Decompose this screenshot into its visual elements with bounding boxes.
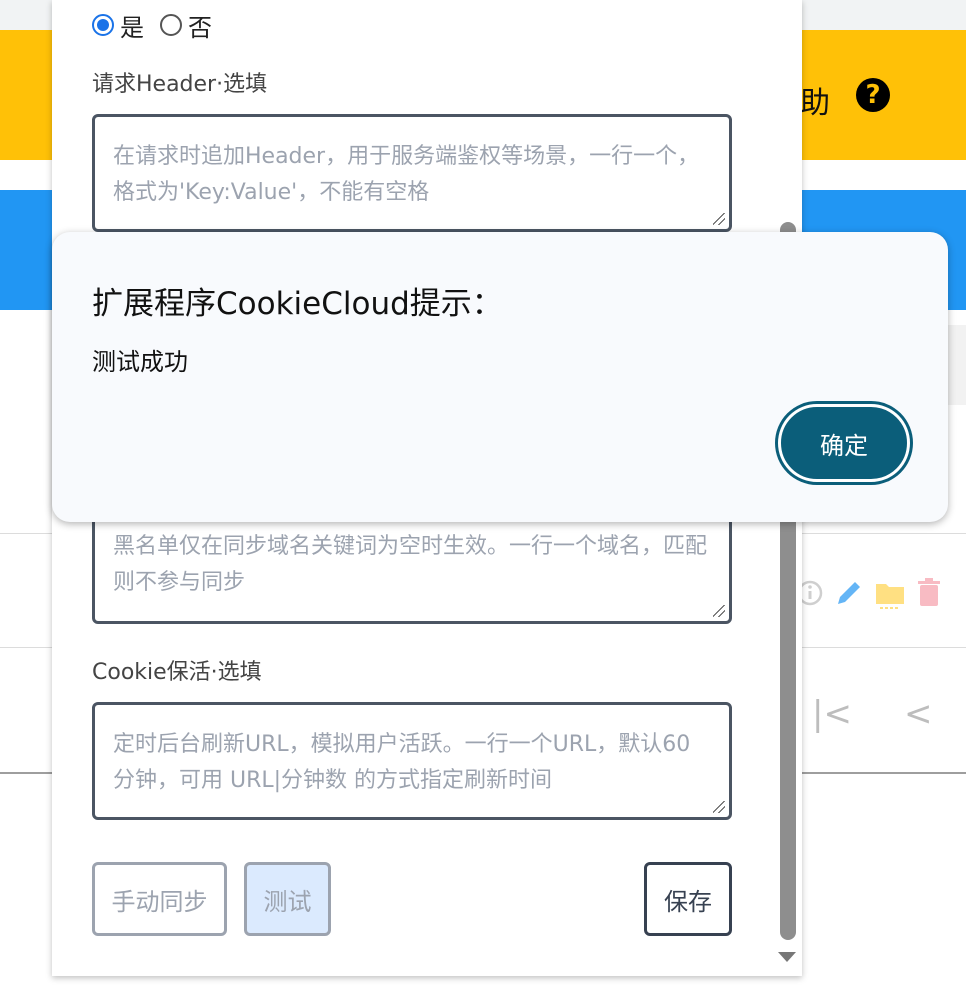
blacklist-placeholder: 黑名单仅在同步域名关键词为空时生效。一行一个域名，匹配则不参与同步 xyxy=(113,534,708,595)
pager-first-button[interactable]: |< xyxy=(812,694,852,734)
manual-sync-button[interactable]: 手动同步 xyxy=(92,862,227,936)
header-placeholder: 在请求时追加Header，用于服务端鉴权等场景，一行一个，格式为'Key:Val… xyxy=(113,144,700,205)
pager-prev-button[interactable]: < xyxy=(904,694,933,734)
folder-icon[interactable] xyxy=(874,576,906,610)
blacklist-textarea[interactable]: 黑名单仅在同步域名关键词为空时生效。一行一个域名，匹配则不参与同步 xyxy=(92,508,732,624)
resize-handle[interactable] xyxy=(713,213,725,225)
keepalive-field-label: Cookie保活·选填 xyxy=(92,660,262,685)
trash-icon[interactable] xyxy=(916,576,942,610)
dialog-message: 测试成功 xyxy=(92,348,188,376)
resize-handle[interactable] xyxy=(713,605,725,617)
keepalive-textarea[interactable]: 定时后台刷新URL，模拟用户活跃。一行一个URL，默认60分钟，可用 URL|分… xyxy=(92,702,732,820)
pencil-icon[interactable] xyxy=(834,576,864,610)
test-button[interactable]: 测试 xyxy=(244,862,331,936)
save-button[interactable]: 保存 xyxy=(644,862,732,936)
keepalive-placeholder: 定时后台刷新URL，模拟用户活跃。一行一个URL，默认60分钟，可用 URL|分… xyxy=(113,732,691,793)
alert-dialog: 扩展程序CookieCloud提示： 测试成功 确定 xyxy=(52,232,948,522)
radio-yes[interactable] xyxy=(92,14,114,36)
enable-radio-group: 是 否 xyxy=(92,8,228,43)
ok-button[interactable]: 确定 xyxy=(778,404,910,482)
dialog-title: 扩展程序CookieCloud提示： xyxy=(92,286,503,322)
scroll-down-arrow-icon[interactable] xyxy=(778,952,796,962)
resize-handle[interactable] xyxy=(713,801,725,813)
radio-no[interactable] xyxy=(160,14,182,36)
header-textarea[interactable]: 在请求时追加Header，用于服务端鉴权等场景，一行一个，格式为'Key:Val… xyxy=(92,114,732,232)
header-field-label: 请求Header·选填 xyxy=(92,72,268,97)
radio-no-label[interactable]: 否 xyxy=(188,8,212,43)
help-link-text[interactable]: 助 xyxy=(800,78,830,122)
help-icon[interactable]: ? xyxy=(856,78,890,112)
radio-yes-label[interactable]: 是 xyxy=(120,8,144,43)
